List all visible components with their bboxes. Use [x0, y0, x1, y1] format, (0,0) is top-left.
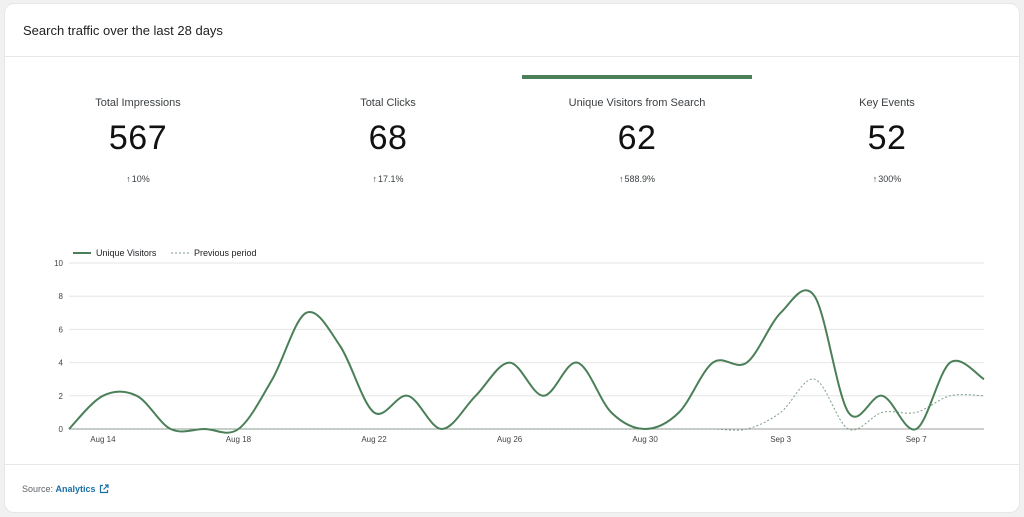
- arrow-up-icon: ↑: [126, 174, 131, 184]
- metrics-row: Total Impressions 567 ↑10% Total Clicks …: [5, 57, 1019, 197]
- metric-unique-visitors[interactable]: Unique Visitors from Search 62 ↑588.9%: [522, 57, 752, 197]
- arrow-up-icon: ↑: [618, 174, 624, 184]
- chart-area: 0 2 4 6 8 10 Aug 14 Aug 18 Aug 22 Aug 26 Aug 30 Sep…: [5, 236, 1019, 446]
- metric-value: 52: [867, 119, 907, 157]
- external-link-icon[interactable]: [99, 484, 109, 494]
- metric-total-clicks[interactable]: Total Clicks 68 ↑17.1%: [273, 57, 503, 197]
- metric-change: ↑588.9%: [522, 174, 752, 184]
- legend-label: Previous period: [194, 248, 257, 258]
- selected-indicator: [522, 75, 752, 79]
- y-tick-label: 2: [59, 392, 64, 401]
- metric-label: Total Impressions: [95, 97, 181, 109]
- x-tick-label: Sep 3: [770, 435, 791, 444]
- metric-label: Unique Visitors from Search: [568, 97, 706, 109]
- metric-value: 62: [617, 119, 657, 157]
- metric-value: 68: [368, 119, 408, 157]
- source-label: Source:: [22, 484, 54, 494]
- search-traffic-card: Search traffic over the last 28 days Tot…: [4, 3, 1020, 513]
- arrow-up-icon: ↑: [372, 174, 377, 184]
- x-tick-label: Aug 18: [226, 435, 252, 444]
- legend-label: Unique Visitors: [96, 248, 157, 258]
- card-header: Search traffic over the last 28 days: [5, 4, 1019, 57]
- series-line-unique-visitors: [68, 289, 985, 434]
- metric-label: Total Clicks: [360, 97, 416, 109]
- metric-change-value: 17.1%: [377, 174, 404, 184]
- x-tick-label: Aug 22: [361, 435, 387, 444]
- x-tick-label: Aug 26: [497, 435, 523, 444]
- metric-key-events[interactable]: Key Events 52 ↑300%: [772, 57, 1002, 197]
- series-line-previous-period: [69, 378, 985, 431]
- x-tick-label: Aug 14: [90, 435, 116, 444]
- card-title: Search traffic over the last 28 days: [23, 23, 223, 38]
- x-tick-label: Sep 7: [906, 435, 927, 444]
- y-tick-label: 0: [59, 425, 64, 434]
- y-tick-label: 6: [59, 325, 64, 334]
- y-tick-label: 8: [59, 292, 64, 301]
- metric-change: ↑300%: [772, 174, 1002, 184]
- metric-value: 567: [108, 119, 168, 157]
- metric-total-impressions[interactable]: Total Impressions 567 ↑10%: [23, 57, 253, 197]
- x-tick-label: Aug 30: [632, 435, 658, 444]
- metric-change-value: 10%: [131, 174, 150, 184]
- footer: Source: Analytics: [5, 464, 1019, 512]
- y-tick-label: 4: [59, 359, 64, 368]
- metric-label: Key Events: [859, 97, 915, 109]
- metric-change-value: 300%: [878, 174, 902, 184]
- metric-change: ↑17.1%: [273, 174, 503, 184]
- arrow-up-icon: ↑: [872, 174, 878, 184]
- metric-change: ↑10%: [23, 174, 253, 184]
- analytics-link[interactable]: Analytics: [56, 484, 96, 494]
- y-tick-label: 10: [54, 259, 63, 268]
- metric-change-value: 588.9%: [624, 174, 656, 184]
- line-chart: 0 2 4 6 8 10 Aug 14 Aug 18 Aug 22 Aug 26 Aug 30 Sep…: [54, 248, 985, 444]
